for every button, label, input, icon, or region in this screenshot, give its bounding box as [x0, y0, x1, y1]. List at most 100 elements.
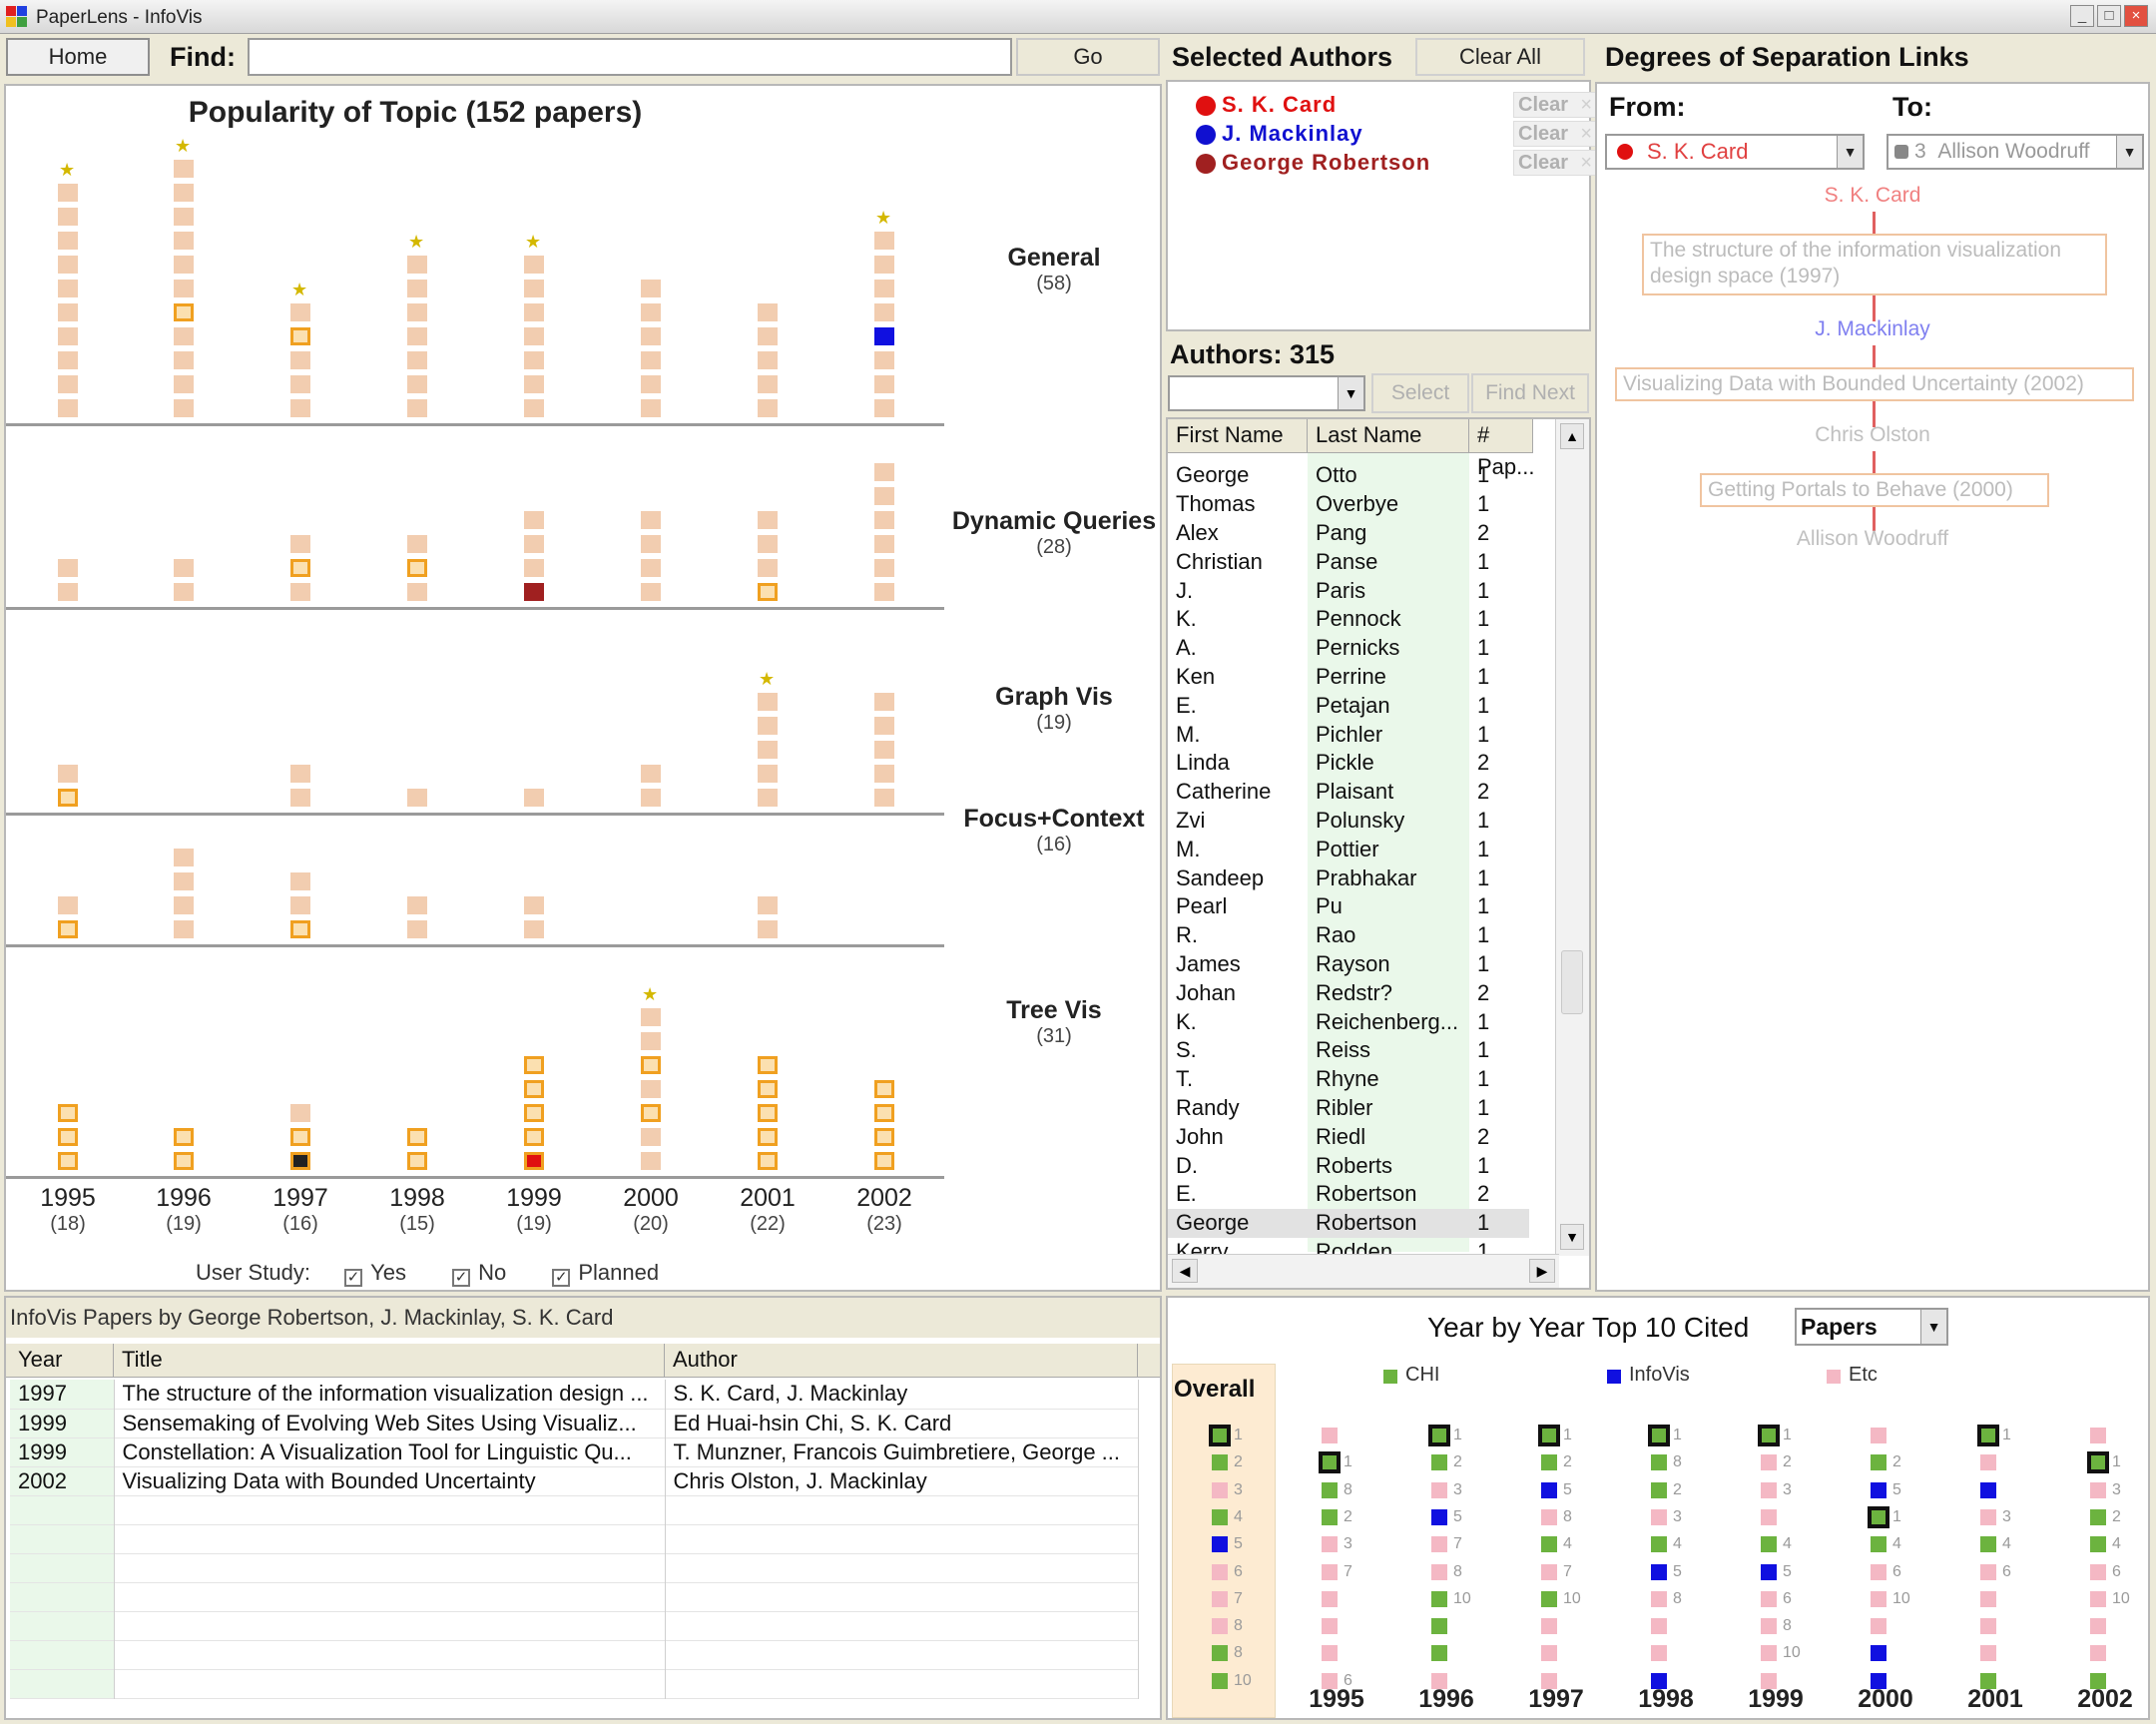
paper-square[interactable]: [58, 896, 78, 914]
cited-item-square[interactable]: [1980, 1508, 1996, 1525]
paper-square[interactable]: [524, 896, 544, 914]
paper-square[interactable]: [524, 535, 544, 553]
author-row[interactable]: M. Pottier 1: [1168, 835, 1529, 863]
paper-square[interactable]: [58, 280, 78, 297]
author-row[interactable]: E. Robertson 2: [1168, 1180, 1529, 1209]
author-row[interactable]: Catherine Plaisant 2: [1168, 778, 1529, 807]
paper-square[interactable]: [641, 1152, 661, 1170]
paper-square[interactable]: [524, 256, 544, 274]
paper-square[interactable]: [290, 1152, 310, 1170]
home-button[interactable]: Home: [6, 38, 150, 76]
paper-square[interactable]: [758, 1152, 778, 1170]
paper-row[interactable]: 1999 Sensemaking of Evolving Web Sites Us…: [10, 1409, 1139, 1437]
paper-square[interactable]: [58, 375, 78, 393]
paper-square[interactable]: [524, 327, 544, 345]
cited-item-square[interactable]: [1212, 1590, 1228, 1607]
paper-square[interactable]: [874, 1128, 894, 1146]
cited-item-square[interactable]: [1980, 1563, 1996, 1580]
cited-item-square[interactable]: [1651, 1508, 1667, 1525]
to-dropdown[interactable]: 3 Allison Woodruff ▼: [1886, 134, 2144, 170]
clear-author-button[interactable]: Clear ×: [1513, 92, 1597, 118]
cited-item-square[interactable]: [1651, 1618, 1667, 1635]
chain-paper-node[interactable]: The structure of the information visuali…: [1642, 234, 2107, 295]
paper-square[interactable]: [174, 208, 194, 226]
top-cited-box[interactable]: [1868, 1505, 1889, 1528]
author-search-dropdown[interactable]: ▼: [1168, 375, 1365, 411]
paper-square[interactable]: [58, 1128, 78, 1146]
paper-square[interactable]: [58, 765, 78, 783]
paper-square[interactable]: [524, 351, 544, 369]
paper-square[interactable]: [758, 559, 778, 577]
paper-square[interactable]: [407, 920, 427, 938]
paper-square[interactable]: [524, 559, 544, 577]
paper-square[interactable]: [874, 256, 894, 274]
paper-square[interactable]: [641, 765, 661, 783]
paper-square[interactable]: [58, 327, 78, 345]
col-first-name[interactable]: First Name: [1168, 419, 1308, 453]
paper-square[interactable]: [874, 1080, 894, 1098]
cited-item-square[interactable]: [1431, 1508, 1447, 1525]
paper-square[interactable]: [524, 1056, 544, 1074]
top-cited-box[interactable]: [1977, 1425, 1999, 1446]
paper-square[interactable]: [874, 583, 894, 601]
paper-square[interactable]: [874, 765, 894, 783]
cited-item-square[interactable]: [1871, 1645, 1886, 1662]
author-row[interactable]: Zvi Polunsky 1: [1168, 807, 1529, 836]
cited-item-square[interactable]: [1651, 1645, 1667, 1662]
paper-square[interactable]: [758, 303, 778, 321]
cited-item-square[interactable]: [1541, 1481, 1557, 1498]
cited-item-square[interactable]: [1541, 1563, 1557, 1580]
paper-square[interactable]: [874, 511, 894, 529]
paper-square[interactable]: [290, 920, 310, 938]
paper-square[interactable]: [758, 765, 778, 783]
cited-item-square[interactable]: [1651, 1590, 1667, 1607]
cited-item-square[interactable]: [1761, 1563, 1777, 1580]
paper-row[interactable]: 1997 The structure of the information vis…: [10, 1380, 1139, 1409]
close-button[interactable]: ×: [2124, 5, 2148, 27]
paper-square[interactable]: [758, 920, 778, 938]
cited-item-square[interactable]: [2090, 1428, 2106, 1443]
yes-checkbox[interactable]: ✓ Yes: [344, 1260, 406, 1287]
top-cited-box[interactable]: [1758, 1425, 1780, 1446]
cited-item-square[interactable]: [1651, 1454, 1667, 1471]
paper-square[interactable]: [874, 741, 894, 759]
cited-item-square[interactable]: [1212, 1536, 1228, 1553]
paper-square[interactable]: [641, 535, 661, 553]
author-row[interactable]: K. Reichenberg... 1: [1168, 1007, 1529, 1036]
paper-square[interactable]: [641, 351, 661, 369]
paper-square[interactable]: [641, 1080, 661, 1098]
paper-square[interactable]: [758, 896, 778, 914]
cited-item-square[interactable]: [1431, 1645, 1447, 1662]
cited-item-square[interactable]: [1431, 1563, 1447, 1580]
cited-item-square[interactable]: [1980, 1590, 1996, 1607]
cited-item-square[interactable]: [1431, 1454, 1447, 1471]
paper-square[interactable]: [174, 327, 194, 345]
cited-item-square[interactable]: [1980, 1536, 1996, 1553]
paper-square[interactable]: [641, 789, 661, 807]
paper-square[interactable]: [874, 232, 894, 250]
author-row[interactable]: J. Paris 1: [1168, 576, 1529, 605]
cited-item-square[interactable]: [1871, 1618, 1886, 1635]
paper-square[interactable]: [58, 208, 78, 226]
paper-square[interactable]: [874, 693, 894, 711]
paper-square[interactable]: [407, 559, 427, 577]
paper-square[interactable]: [524, 1152, 544, 1170]
cited-item-square[interactable]: [1322, 1618, 1338, 1635]
paper-square[interactable]: [174, 896, 194, 914]
restore-button[interactable]: □: [2097, 5, 2121, 27]
cited-item-square[interactable]: [1212, 1645, 1228, 1662]
paper-square[interactable]: [758, 535, 778, 553]
cited-item-square[interactable]: [1322, 1481, 1338, 1498]
cited-item-square[interactable]: [1761, 1508, 1777, 1525]
author-row[interactable]: Alex Pang 2: [1168, 519, 1529, 548]
paper-square[interactable]: [524, 303, 544, 321]
cited-item-square[interactable]: [1541, 1590, 1557, 1607]
cited-item-square[interactable]: [1212, 1508, 1228, 1525]
paper-square[interactable]: [407, 583, 427, 601]
paper-square[interactable]: [174, 303, 194, 321]
paper-square[interactable]: [174, 375, 194, 393]
paper-square[interactable]: [174, 559, 194, 577]
paper-square[interactable]: [641, 1056, 661, 1074]
paper-square[interactable]: [290, 351, 310, 369]
paper-square[interactable]: [524, 511, 544, 529]
